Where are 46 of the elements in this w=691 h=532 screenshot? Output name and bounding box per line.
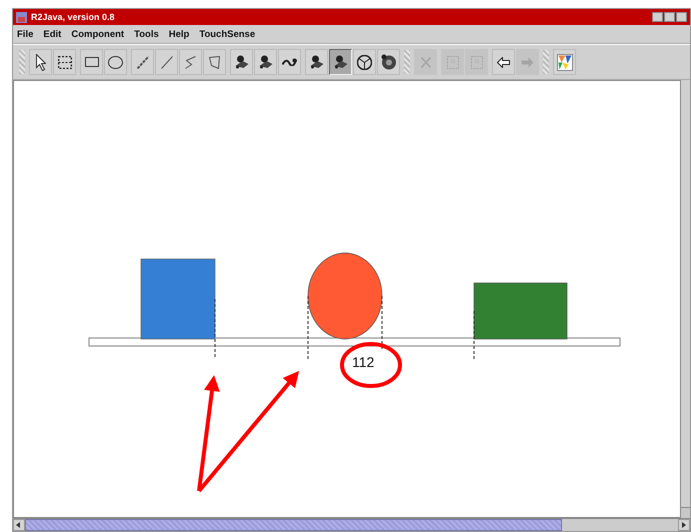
pointer-icon xyxy=(36,54,46,70)
scroll-left-button[interactable] xyxy=(13,519,25,531)
toolbar-button[interactable] xyxy=(80,49,103,75)
frame-icon xyxy=(446,56,458,68)
toolbar-button[interactable] xyxy=(377,49,400,75)
toolbar-grip[interactable] xyxy=(543,50,549,74)
toolbar-button[interactable] xyxy=(329,49,352,75)
rectangle-icon xyxy=(84,57,98,67)
menu-item[interactable]: Tools xyxy=(134,28,159,40)
dial-icon xyxy=(380,54,396,70)
toolbar-button[interactable] xyxy=(254,49,277,75)
toolbar-button[interactable] xyxy=(53,49,76,75)
menu-item[interactable]: Edit xyxy=(43,28,62,40)
toolbar-grip[interactable] xyxy=(19,50,25,74)
line-icon xyxy=(160,56,172,68)
drawing-canvas[interactable]: 112 xyxy=(13,80,681,518)
app-icon xyxy=(16,12,27,22)
toolbar-button[interactable] xyxy=(492,49,515,75)
menu-item[interactable]: TouchSense xyxy=(199,28,256,40)
cross-icon xyxy=(420,56,430,68)
toolbar-button[interactable] xyxy=(29,49,52,75)
menu-item[interactable]: Help xyxy=(168,28,190,40)
toolbar-button[interactable] xyxy=(104,49,127,75)
highlight-circle xyxy=(340,342,402,388)
ellipse-icon xyxy=(108,56,123,68)
wave-icon xyxy=(282,58,297,66)
wheel-icon xyxy=(357,54,372,70)
scrollbar-thumb[interactable] xyxy=(25,519,562,531)
arrow-icon xyxy=(497,56,510,68)
toolbar-grip[interactable] xyxy=(404,50,410,74)
scroll-right-button[interactable] xyxy=(678,519,690,531)
window-title: R2Java, version 0.8 xyxy=(31,12,115,22)
toolbar-button[interactable] xyxy=(230,49,253,75)
toolbar-button[interactable] xyxy=(305,49,328,75)
palette-icon xyxy=(556,54,572,70)
polyline-icon xyxy=(185,56,196,68)
arrow-icon xyxy=(521,56,534,68)
polygon-icon xyxy=(209,56,220,68)
menu-item[interactable]: Component xyxy=(71,28,124,40)
frame-icon xyxy=(470,56,482,68)
dashed-line-icon xyxy=(136,56,148,68)
toolbar-button[interactable] xyxy=(278,49,301,75)
toolbar-button[interactable] xyxy=(353,49,376,75)
menu-item[interactable]: File xyxy=(17,28,34,40)
selection-icon xyxy=(58,56,72,68)
measure-label: 112 xyxy=(352,354,374,370)
